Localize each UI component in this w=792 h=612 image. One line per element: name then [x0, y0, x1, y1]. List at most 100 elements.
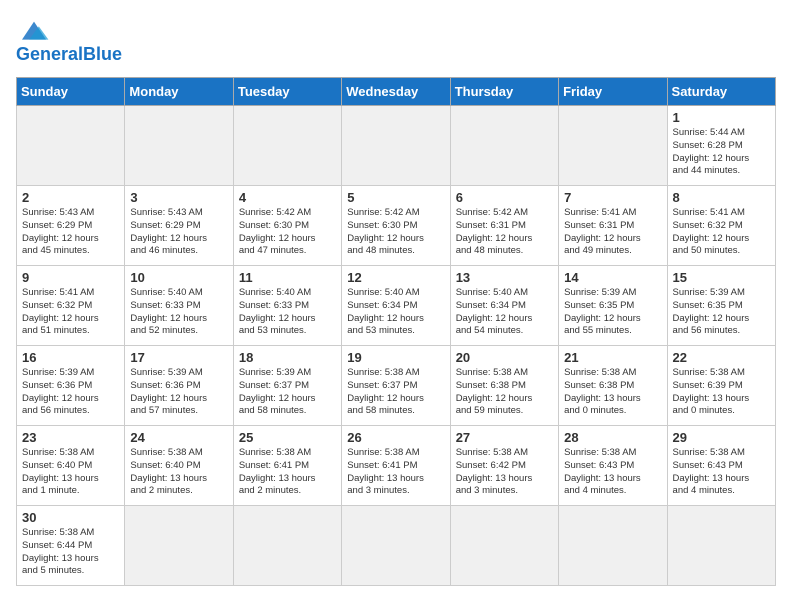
day-info: Sunrise: 5:39 AM Sunset: 6:36 PM Dayligh… [22, 367, 119, 418]
calendar-cell [342, 506, 450, 586]
calendar-cell: 4Sunrise: 5:42 AM Sunset: 6:30 PM Daylig… [233, 186, 341, 266]
day-info: Sunrise: 5:42 AM Sunset: 6:30 PM Dayligh… [347, 207, 444, 258]
day-number: 25 [239, 430, 336, 445]
calendar-cell: 26Sunrise: 5:38 AM Sunset: 6:41 PM Dayli… [342, 426, 450, 506]
day-number: 23 [22, 430, 119, 445]
day-info: Sunrise: 5:43 AM Sunset: 6:29 PM Dayligh… [22, 207, 119, 258]
day-number: 4 [239, 190, 336, 205]
calendar-cell: 30Sunrise: 5:38 AM Sunset: 6:44 PM Dayli… [17, 506, 125, 586]
day-info: Sunrise: 5:44 AM Sunset: 6:28 PM Dayligh… [673, 127, 770, 178]
calendar-cell: 23Sunrise: 5:38 AM Sunset: 6:40 PM Dayli… [17, 426, 125, 506]
logo-icon [16, 16, 52, 44]
calendar-cell: 18Sunrise: 5:39 AM Sunset: 6:37 PM Dayli… [233, 346, 341, 426]
page: GeneralBlue SundayMondayTuesdayWednesday… [0, 0, 792, 602]
calendar-cell: 7 Sunrise: 5:41 AM Sunset: 6:31 PM Daylig… [559, 186, 667, 266]
day-number: 11 [239, 270, 336, 285]
day-info: Sunrise: 5:38 AM Sunset: 6:38 PM Dayligh… [456, 367, 553, 418]
calendar-cell: 27Sunrise: 5:38 AM Sunset: 6:42 PM Dayli… [450, 426, 558, 506]
day-info: Sunrise: 5:38 AM Sunset: 6:43 PM Dayligh… [564, 447, 661, 498]
weekday-header-thursday: Thursday [450, 78, 558, 106]
calendar-cell [450, 506, 558, 586]
calendar-cell [233, 106, 341, 186]
calendar-cell: 3 Sunrise: 5:43 AM Sunset: 6:29 PM Daylig… [125, 186, 233, 266]
day-number: 26 [347, 430, 444, 445]
calendar-cell: 10 Sunrise: 5:40 AM Sunset: 6:33 PM Dayli… [125, 266, 233, 346]
day-number: 6 [456, 190, 553, 205]
day-number: 10 [130, 270, 227, 285]
day-number: 7 [564, 190, 661, 205]
day-number: 22 [673, 350, 770, 365]
day-info: Sunrise: 5:41 AM Sunset: 6:32 PM Dayligh… [22, 287, 119, 338]
day-info: Sunrise: 5:38 AM Sunset: 6:43 PM Dayligh… [673, 447, 770, 498]
calendar-cell [342, 106, 450, 186]
day-number: 20 [456, 350, 553, 365]
day-number: 2 [22, 190, 119, 205]
calendar-row-0: 1 Sunrise: 5:44 AM Sunset: 6:28 PM Daylig… [17, 106, 776, 186]
calendar-cell: 19 Sunrise: 5:38 AM Sunset: 6:37 PM Dayli… [342, 346, 450, 426]
calendar-cell [233, 506, 341, 586]
day-info: Sunrise: 5:38 AM Sunset: 6:39 PM Dayligh… [673, 367, 770, 418]
day-info: Sunrise: 5:38 AM Sunset: 6:37 PM Dayligh… [347, 367, 444, 418]
calendar-cell: 14Sunrise: 5:39 AM Sunset: 6:35 PM Dayli… [559, 266, 667, 346]
day-number: 24 [130, 430, 227, 445]
calendar-cell: 6 Sunrise: 5:42 AM Sunset: 6:31 PM Daylig… [450, 186, 558, 266]
calendar-row-3: 16Sunrise: 5:39 AM Sunset: 6:36 PM Dayli… [17, 346, 776, 426]
day-info: Sunrise: 5:38 AM Sunset: 6:40 PM Dayligh… [130, 447, 227, 498]
day-number: 27 [456, 430, 553, 445]
logo-general: General [16, 44, 83, 64]
day-info: Sunrise: 5:41 AM Sunset: 6:32 PM Dayligh… [673, 207, 770, 258]
logo-blue: Blue [83, 44, 122, 64]
calendar-cell: 15Sunrise: 5:39 AM Sunset: 6:35 PM Dayli… [667, 266, 775, 346]
calendar-table: SundayMondayTuesdayWednesdayThursdayFrid… [16, 77, 776, 586]
day-number: 19 [347, 350, 444, 365]
calendar-cell [450, 106, 558, 186]
calendar-cell: 22 Sunrise: 5:38 AM Sunset: 6:39 PM Dayli… [667, 346, 775, 426]
calendar-cell: 1 Sunrise: 5:44 AM Sunset: 6:28 PM Daylig… [667, 106, 775, 186]
weekday-header-tuesday: Tuesday [233, 78, 341, 106]
day-number: 17 [130, 350, 227, 365]
calendar-cell: 20 Sunrise: 5:38 AM Sunset: 6:38 PM Dayli… [450, 346, 558, 426]
calendar-cell: 8Sunrise: 5:41 AM Sunset: 6:32 PM Daylig… [667, 186, 775, 266]
calendar-row-2: 9 Sunrise: 5:41 AM Sunset: 6:32 PM Daylig… [17, 266, 776, 346]
day-number: 18 [239, 350, 336, 365]
day-number: 1 [673, 110, 770, 125]
day-info: Sunrise: 5:43 AM Sunset: 6:29 PM Dayligh… [130, 207, 227, 258]
day-number: 15 [673, 270, 770, 285]
calendar-cell: 29 Sunrise: 5:38 AM Sunset: 6:43 PM Dayli… [667, 426, 775, 506]
calendar-cell: 5 Sunrise: 5:42 AM Sunset: 6:30 PM Daylig… [342, 186, 450, 266]
day-info: Sunrise: 5:40 AM Sunset: 6:33 PM Dayligh… [239, 287, 336, 338]
logo-text: GeneralBlue [16, 44, 122, 65]
day-number: 13 [456, 270, 553, 285]
calendar-cell: 28Sunrise: 5:38 AM Sunset: 6:43 PM Dayli… [559, 426, 667, 506]
calendar-cell: 11 Sunrise: 5:40 AM Sunset: 6:33 PM Dayli… [233, 266, 341, 346]
calendar-cell: 12Sunrise: 5:40 AM Sunset: 6:34 PM Dayli… [342, 266, 450, 346]
calendar-cell [17, 106, 125, 186]
header: GeneralBlue [16, 16, 776, 65]
day-info: Sunrise: 5:42 AM Sunset: 6:31 PM Dayligh… [456, 207, 553, 258]
calendar-row-4: 23 Sunrise: 5:38 AM Sunset: 6:40 PM Dayli… [17, 426, 776, 506]
day-number: 30 [22, 510, 119, 525]
weekday-header-wednesday: Wednesday [342, 78, 450, 106]
calendar-row-1: 2 Sunrise: 5:43 AM Sunset: 6:29 PM Daylig… [17, 186, 776, 266]
day-info: Sunrise: 5:40 AM Sunset: 6:33 PM Dayligh… [130, 287, 227, 338]
calendar-cell [125, 106, 233, 186]
weekday-header-sunday: Sunday [17, 78, 125, 106]
day-number: 29 [673, 430, 770, 445]
calendar-cell [125, 506, 233, 586]
calendar-row-5: 30Sunrise: 5:38 AM Sunset: 6:44 PM Dayli… [17, 506, 776, 586]
day-number: 9 [22, 270, 119, 285]
day-info: Sunrise: 5:40 AM Sunset: 6:34 PM Dayligh… [456, 287, 553, 338]
day-info: Sunrise: 5:39 AM Sunset: 6:35 PM Dayligh… [564, 287, 661, 338]
calendar-cell: 21Sunrise: 5:38 AM Sunset: 6:38 PM Dayli… [559, 346, 667, 426]
day-info: Sunrise: 5:38 AM Sunset: 6:41 PM Dayligh… [239, 447, 336, 498]
day-number: 3 [130, 190, 227, 205]
calendar-cell [667, 506, 775, 586]
day-number: 5 [347, 190, 444, 205]
calendar-cell: 16Sunrise: 5:39 AM Sunset: 6:36 PM Dayli… [17, 346, 125, 426]
day-info: Sunrise: 5:39 AM Sunset: 6:36 PM Dayligh… [130, 367, 227, 418]
calendar-cell: 24 Sunrise: 5:38 AM Sunset: 6:40 PM Dayli… [125, 426, 233, 506]
calendar-cell [559, 506, 667, 586]
calendar-cell: 13 Sunrise: 5:40 AM Sunset: 6:34 PM Dayli… [450, 266, 558, 346]
day-number: 12 [347, 270, 444, 285]
day-info: Sunrise: 5:41 AM Sunset: 6:31 PM Dayligh… [564, 207, 661, 258]
